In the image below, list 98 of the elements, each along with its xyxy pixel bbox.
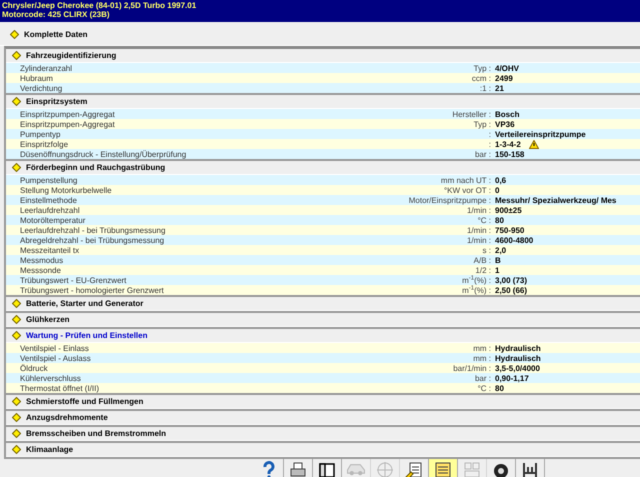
- row-label: Messzeitanteil tx: [19, 246, 80, 254]
- unit-label: A/B :: [474, 256, 492, 264]
- unit-label: :: [488, 130, 492, 138]
- section-header[interactable]: Bremsscheiben und Bremstrommeln: [6, 427, 640, 441]
- section-title[interactable]: Wartung - Prüfen und Einstellen: [26, 331, 148, 340]
- unit-label: m$^{-1}$(%) :: [462, 276, 492, 284]
- section-header[interactable]: Glühkerzen: [6, 313, 640, 327]
- row-label: Motoröltemperatur: [19, 216, 86, 224]
- row-label: Leerlaufdrehzahl - bei Trübungsmessung: [19, 226, 166, 234]
- unit-label: mm :: [473, 344, 492, 352]
- row-value: 900±25: [495, 206, 522, 214]
- unit-label: Typ :: [474, 64, 492, 72]
- row-label: Messsonde: [19, 266, 62, 274]
- row-label: Abregeldrehzahl - bei Trübungsmessung: [19, 236, 166, 244]
- unit-label: Typ :: [474, 120, 492, 128]
- section-title[interactable]: Bremsscheiben und Bremstrommeln: [26, 429, 166, 438]
- row-label: Einspritzpumpen-Aggregat: [19, 120, 116, 128]
- unit-label: bar/1/min :: [453, 364, 492, 372]
- row-value: VP36: [495, 120, 515, 128]
- unit-label: :: [488, 140, 492, 148]
- row-label: Ventilspiel - Auslass: [19, 354, 92, 362]
- row-value: 3,00 (73): [495, 276, 528, 284]
- row-value: 3,5-5,0/4000: [495, 364, 540, 372]
- row-value: Verteilereinspritzpumpe: [495, 130, 586, 138]
- section-title[interactable]: Förderbeginn und Rauchgastrübung: [26, 163, 166, 172]
- section-header[interactable]: Batterie, Starter und Generator: [6, 297, 640, 311]
- row-value: 1-3-4-2: [495, 140, 521, 148]
- row-label: Pumpentyp: [19, 130, 62, 138]
- unit-label: Motor/Einspritzpumpe :: [408, 196, 492, 204]
- section-header[interactable]: Einspritzsystem: [6, 95, 640, 109]
- row-value: B: [495, 256, 501, 264]
- row-label: Messmodus: [19, 256, 64, 264]
- unit-label: m$^{-1}$(%) :: [462, 286, 492, 294]
- row-label: Düsenöffnungsdruck - Einstellung/Überprüfung: [19, 150, 188, 158]
- section-title[interactable]: Schmierstoffe und Füllmengen: [26, 397, 144, 406]
- row-label: Ventilspiel - Einlass: [19, 344, 90, 352]
- unit-label: Hersteller :: [452, 110, 492, 118]
- row-value: 150-158: [495, 150, 524, 158]
- section-header[interactable]: Wartung - Prüfen und Einstellen: [6, 329, 640, 343]
- row-value: 0,6: [495, 176, 506, 184]
- engine-code: Motorcode: 425 CLIRX (23B): [2, 10, 111, 19]
- row-label: Trübungswert - EU-Grenzwert: [19, 276, 128, 284]
- row-value: 2,50 (66): [495, 286, 528, 294]
- unit-label: mm nach UT :: [440, 176, 492, 184]
- unit-label: °KW vor OT :: [444, 186, 492, 194]
- section-header[interactable]: Schmierstoffe und Füllmengen: [6, 395, 640, 409]
- row-value: 0: [495, 186, 500, 194]
- row-label: Einstellmethode: [19, 196, 78, 204]
- row-value: Messuhr/ Spezialwerkzeug/ Mes: [495, 196, 616, 204]
- row-label: Zylinderanzahl: [19, 64, 74, 72]
- section-title[interactable]: Glühkerzen: [26, 315, 70, 324]
- unit-label: bar :: [474, 150, 492, 158]
- unit-label: 1/min :: [466, 226, 492, 234]
- section-title[interactable]: Einspritzsystem: [26, 97, 88, 106]
- section-header[interactable]: Förderbeginn und Rauchgastrübung: [6, 161, 640, 175]
- unit-label: ccm :: [472, 74, 492, 82]
- unit-label: 1/2 :: [475, 266, 492, 274]
- unit-label: 1/min :: [466, 236, 492, 244]
- section-title[interactable]: Klimaanlage: [26, 445, 74, 454]
- row-value: 4600-4800: [495, 236, 534, 244]
- unit-label: s :: [482, 246, 492, 254]
- unit-label: mm :: [473, 354, 492, 362]
- row-label: Öldruck: [19, 364, 48, 372]
- unit-label: °C :: [478, 384, 492, 392]
- row-value: 2499: [495, 74, 513, 82]
- section-title[interactable]: Anzugsdrehmomente: [26, 413, 108, 422]
- row-value: 80: [495, 384, 504, 392]
- row-value: 0,90-1,17: [495, 374, 529, 382]
- row-label: Pumpenstellung: [19, 176, 78, 184]
- row-label: Thermostat öffnet (I/II): [19, 384, 100, 392]
- row-value: 4/OHV: [495, 64, 520, 72]
- unit-label: 1/min :: [466, 206, 492, 214]
- section-title[interactable]: Fahrzeugidentifizierung: [26, 51, 116, 60]
- row-value: 750-950: [495, 226, 524, 234]
- section-title[interactable]: Batterie, Starter und Generator: [26, 299, 144, 308]
- row-label: Einspritzpumpen-Aggregat: [19, 110, 116, 118]
- row-label: Einspritzfolge: [19, 140, 70, 148]
- unit-label: °C :: [478, 216, 492, 224]
- row-value: Bosch: [495, 110, 520, 118]
- row-label: Verdichtung: [19, 84, 64, 92]
- row-value: 80: [495, 216, 504, 224]
- row-value: 2,0: [495, 246, 506, 254]
- row-value: Hydraulisch: [495, 354, 541, 362]
- vehicle-title: Chrysler/Jeep Cherokee (84-01) 2,5D Turbo 1997.01: [2, 1, 198, 10]
- row-value: Hydraulisch: [495, 344, 541, 352]
- unit-label: :1 :: [480, 84, 492, 92]
- section-header[interactable]: Fahrzeugidentifizierung: [6, 49, 640, 63]
- row-value: 1: [495, 266, 500, 274]
- row-label: Kühlerverschluss: [19, 374, 82, 382]
- row-label: Stellung Motorkurbelwelle: [19, 186, 113, 194]
- complete-data-link[interactable]: Komplette Daten: [24, 30, 88, 39]
- section-header[interactable]: Anzugsdrehmomente: [6, 411, 640, 425]
- row-label: Leerlaufdrehzahl: [19, 206, 81, 214]
- unit-label: bar :: [474, 374, 492, 382]
- row-value: 21: [495, 84, 504, 92]
- row-label: Trübungswert - homologierter Grenzwert: [19, 286, 165, 294]
- section-header[interactable]: Klimaanlage: [6, 443, 640, 457]
- row-label: Hubraum: [19, 74, 54, 82]
